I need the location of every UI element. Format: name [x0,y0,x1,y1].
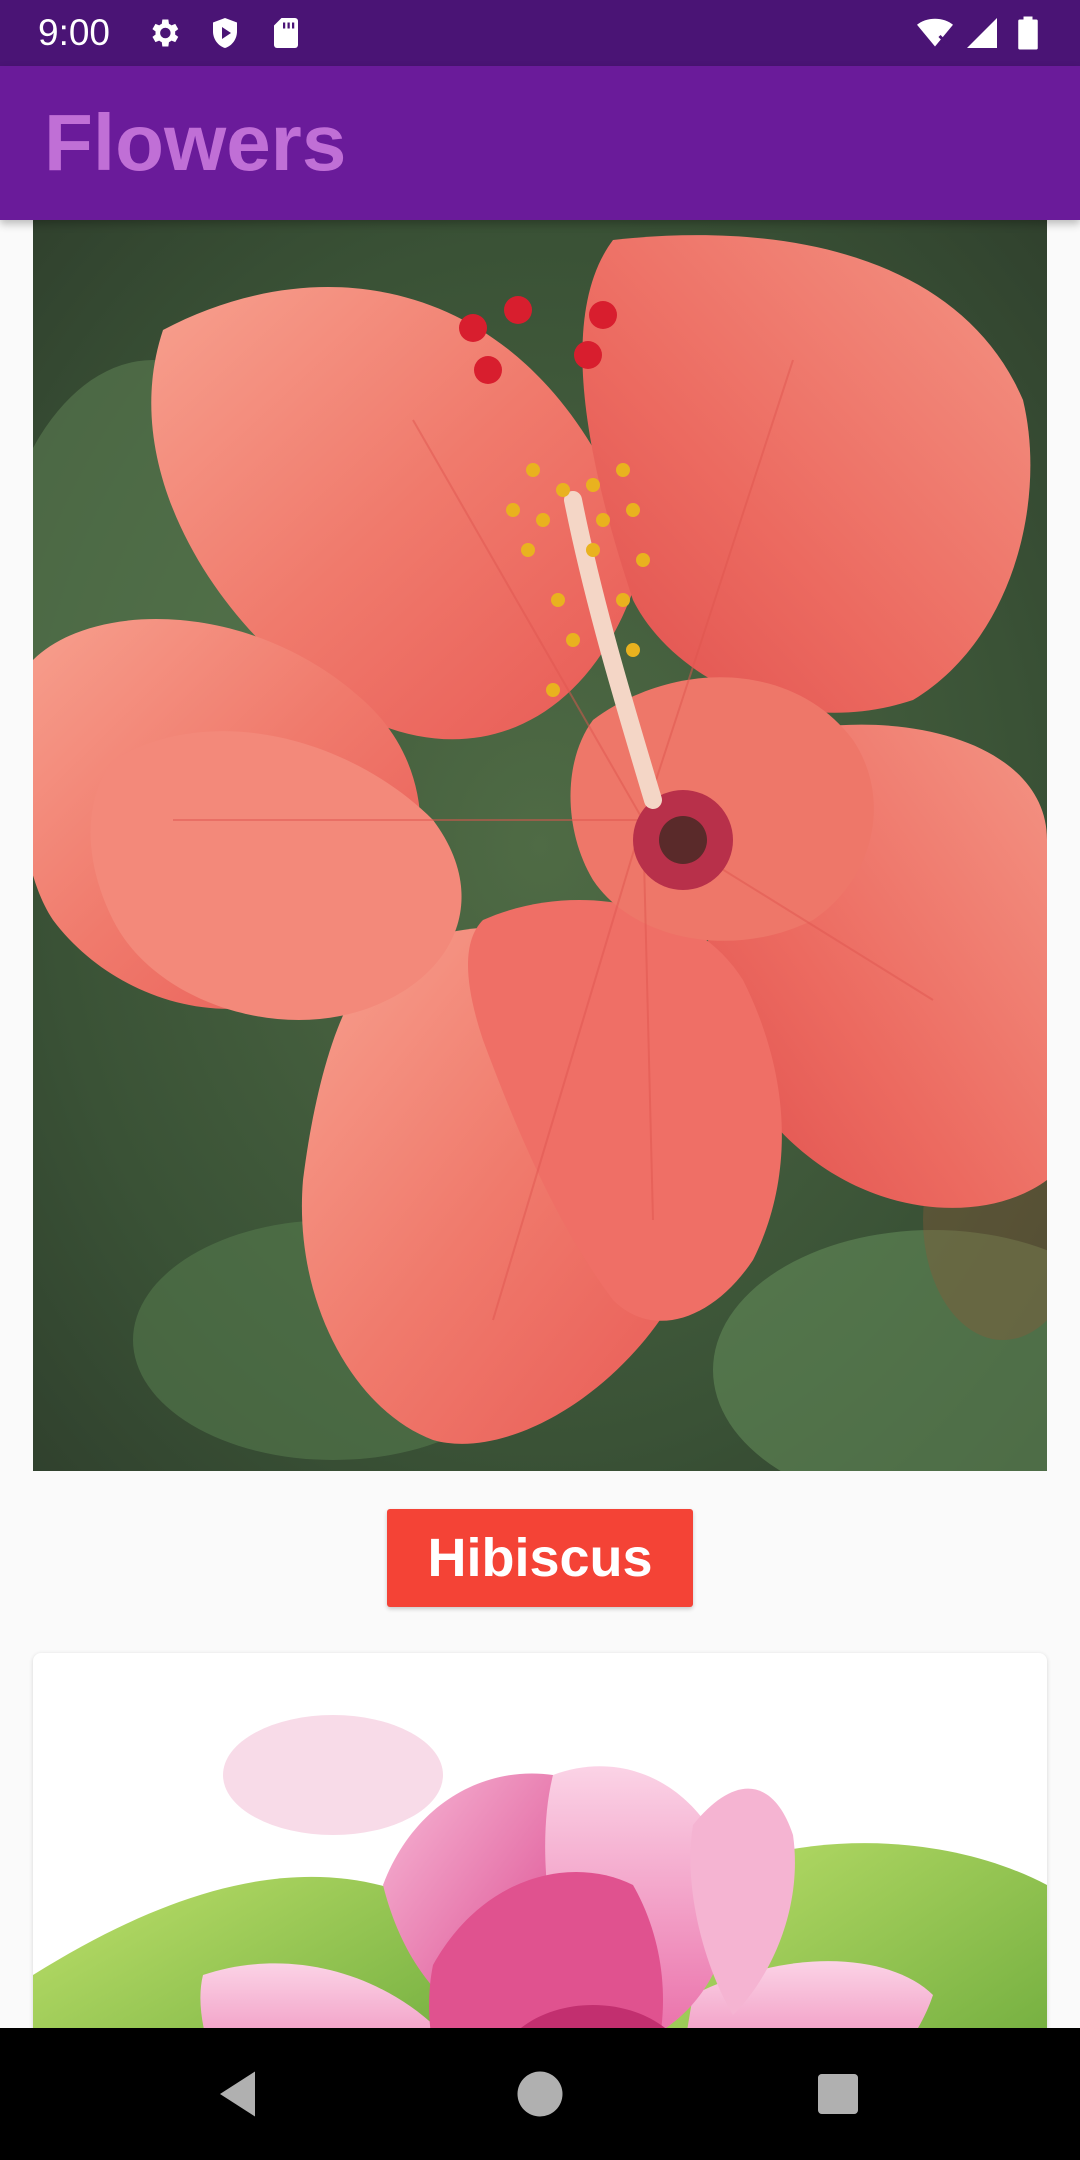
flower-card[interactable] [33,1653,1047,2028]
battery-icon [1016,15,1040,51]
back-icon[interactable] [210,2064,270,2124]
recents-icon[interactable] [808,2064,868,2124]
status-time: 9:00 [38,12,111,53]
signal-icon [964,15,1000,51]
hibiscus-image[interactable] [33,220,1047,1471]
wifi-icon [913,15,957,51]
status-bar: 9:00 [0,0,1080,66]
gear-icon [146,15,182,51]
flower-list[interactable]: Hibiscus [0,220,1080,2028]
lotus-image[interactable] [33,1715,1047,2028]
home-icon[interactable] [510,2064,570,2124]
sd-card-icon [268,15,304,51]
app-title: Flowers [44,98,347,187]
shield-icon [207,15,243,51]
navigation-bar [0,2028,1080,2160]
app-bar: Flowers [0,66,1080,220]
flower-name-label[interactable]: Hibiscus [387,1509,693,1607]
